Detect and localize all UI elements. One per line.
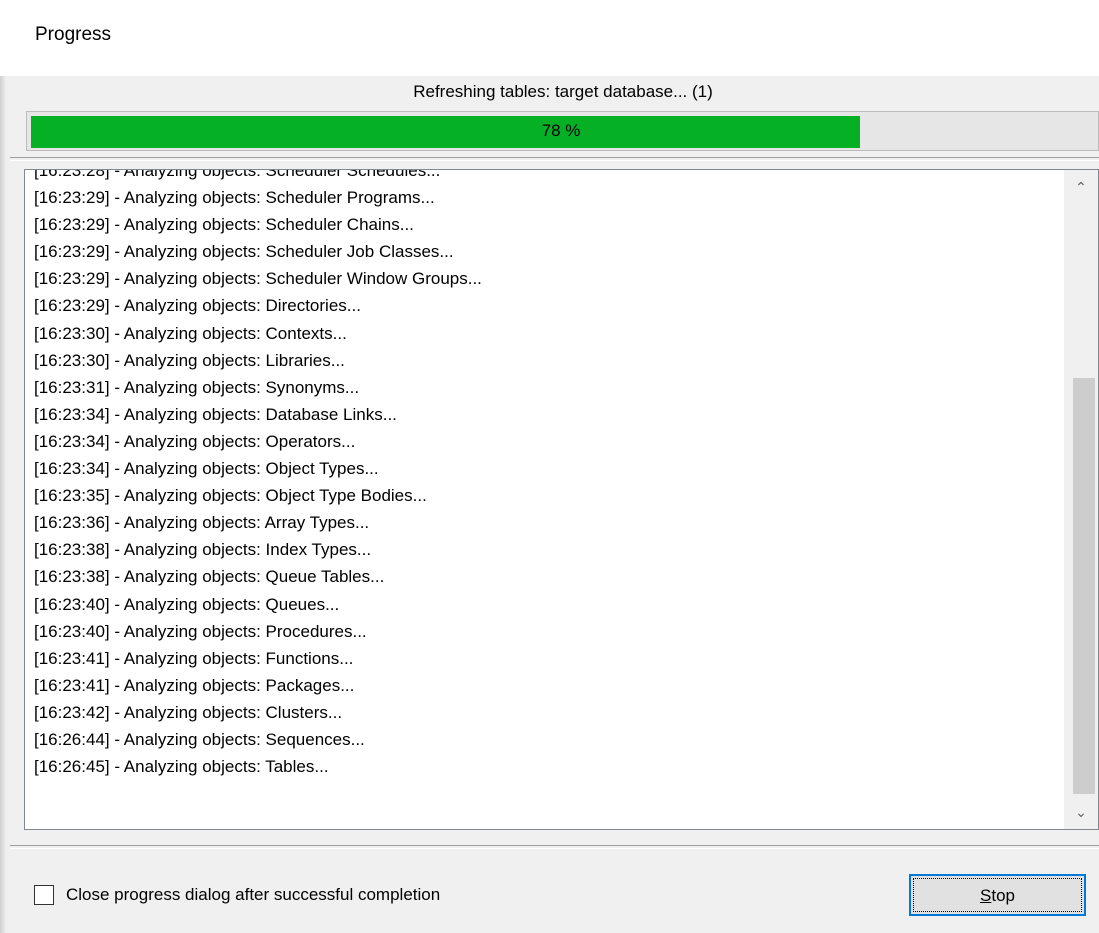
log-list[interactable]: [16:23:28] - Analyzing objects: Schedule… [24, 169, 1099, 830]
log-line: [16:23:29] - Analyzing objects: Schedule… [34, 188, 435, 208]
log-line: [16:23:29] - Analyzing objects: Schedule… [34, 215, 414, 235]
window-left-frame [0, 0, 6, 933]
vertical-scrollbar[interactable]: ⌃ ⌄ [1064, 170, 1098, 829]
log-line: [16:23:30] - Analyzing objects: Contexts… [34, 323, 347, 343]
stop-mnemonic: S [980, 886, 992, 905]
status-text: Refreshing tables: target database... (1… [413, 82, 713, 101]
log-line: [16:23:31] - Analyzing objects: Synonyms… [34, 377, 360, 397]
log-line: [16:23:38] - Analyzing objects: Queue Ta… [34, 567, 385, 587]
log-lines: [16:23:28] - Analyzing objects: Schedule… [34, 169, 1064, 780]
stop-label-rest: top [991, 886, 1015, 905]
log-line: [16:23:40] - Analyzing objects: Procedur… [34, 621, 367, 641]
log-line: [16:23:29] - Analyzing objects: Schedule… [34, 242, 454, 262]
log-line: [16:23:38] - Analyzing objects: Index Ty… [34, 540, 372, 560]
log-line: [16:23:30] - Analyzing objects: Librarie… [34, 350, 345, 370]
window-title: Progress [35, 24, 112, 45]
separator-bottom [10, 845, 1099, 849]
log-line: [16:26:44] - Analyzing objects: Sequence… [34, 729, 365, 749]
log-line: [16:23:42] - Analyzing objects: Clusters… [34, 702, 343, 722]
log-line: [16:23:40] - Analyzing objects: Queues..… [34, 594, 340, 614]
close-after-completion-label[interactable]: Close progress dialog after successful c… [66, 885, 440, 905]
log-line: [16:23:41] - Analyzing objects: Function… [34, 648, 354, 668]
log-line: [16:23:34] - Analyzing objects: Operator… [34, 431, 356, 451]
log-line: [16:23:29] - Analyzing objects: Schedule… [34, 269, 482, 289]
log-line: [16:23:29] - Analyzing objects: Director… [34, 296, 361, 316]
log-line: [16:23:34] - Analyzing objects: Database… [34, 404, 397, 424]
log-line: [16:23:28] - Analyzing objects: Schedule… [34, 169, 441, 180]
log-line: [16:23:35] - Analyzing objects: Object T… [34, 486, 427, 506]
scrollbar-thumb[interactable] [1073, 378, 1095, 794]
log-line: [16:23:36] - Analyzing objects: Array Ty… [34, 513, 370, 533]
stop-button-label: Stop [911, 886, 1084, 906]
log-line: [16:23:34] - Analyzing objects: Object T… [34, 459, 379, 479]
progress-dialog: Progress Refreshing tables: target datab… [0, 0, 1099, 933]
progress-bar: 78 % [26, 111, 1099, 151]
progress-percent-label: 78 % [541, 121, 581, 140]
separator-top [10, 157, 1099, 161]
title-bar[interactable]: Progress [0, 0, 1099, 76]
stop-button[interactable]: Stop [909, 874, 1086, 916]
close-after-completion-checkbox[interactable] [34, 885, 54, 905]
chevron-down-icon[interactable]: ⌄ [1064, 795, 1098, 829]
log-line: [16:23:41] - Analyzing objects: Packages… [34, 675, 355, 695]
chevron-up-icon[interactable]: ⌃ [1064, 170, 1098, 204]
log-line: [16:26:45] - Analyzing objects: Tables..… [34, 757, 329, 777]
